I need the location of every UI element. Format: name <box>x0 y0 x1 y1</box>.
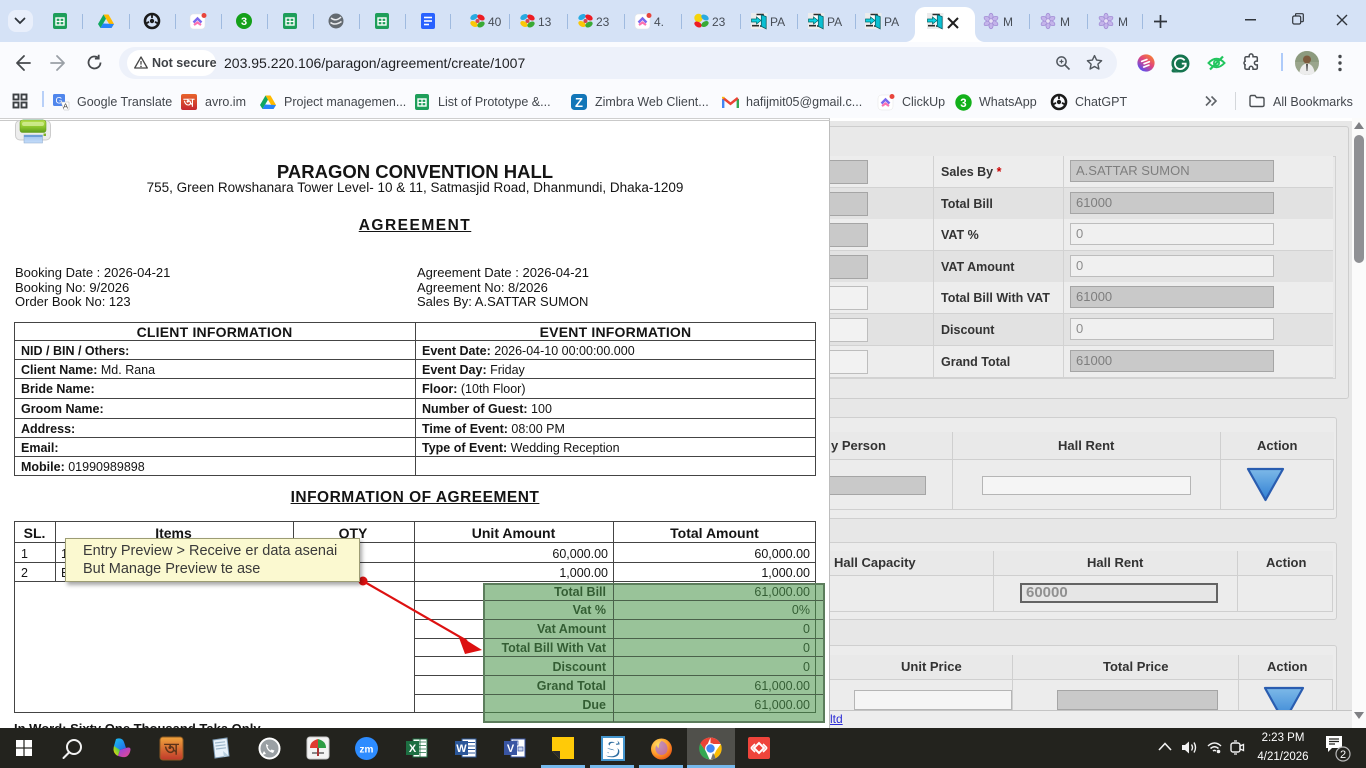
svg-text:2: 2 <box>1340 749 1346 761</box>
svg-text:3: 3 <box>241 16 247 28</box>
svg-text:W: W <box>456 743 467 755</box>
svg-text:অ: অ <box>164 742 180 759</box>
svg-text:3: 3 <box>960 98 966 110</box>
svg-text:zm: zm <box>360 745 374 756</box>
svg-text:G: G <box>55 96 62 106</box>
svg-text:X: X <box>409 743 417 755</box>
svg-text:অ: অ <box>183 96 195 110</box>
svg-text:A: A <box>63 102 68 111</box>
svg-text:V: V <box>507 743 515 755</box>
svg-text:Z: Z <box>575 95 583 110</box>
svg-text:S: S <box>602 735 621 762</box>
